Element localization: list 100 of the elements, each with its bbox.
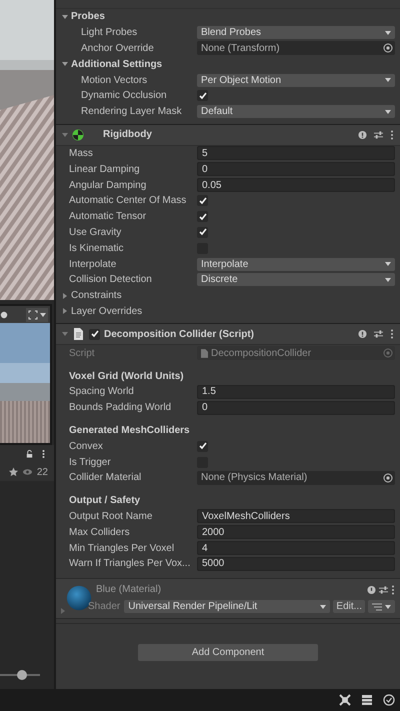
- menu-icon[interactable]: [390, 130, 394, 140]
- property-label: Warn If Triangles Per Vox...: [69, 558, 192, 570]
- group-label[interactable]: Additional Settings: [71, 58, 162, 70]
- property-label: Is Kinematic: [69, 242, 124, 254]
- frame-icon: [28, 310, 38, 320]
- section-heading: Output / Safety: [69, 495, 140, 506]
- foldout-arrow-icon[interactable]: [62, 331, 68, 338]
- shader-options-button[interactable]: [368, 600, 395, 614]
- help-icon[interactable]: [367, 584, 376, 595]
- property-label: Max Colliders: [69, 526, 131, 538]
- foldout-arrow-icon[interactable]: [62, 292, 68, 299]
- input-field[interactable]: 0: [197, 162, 395, 176]
- object-picker-icon[interactable]: [383, 472, 393, 483]
- input-field[interactable]: VoxelMeshColliders: [197, 509, 395, 524]
- debug-icon[interactable]: [339, 694, 351, 706]
- input-field[interactable]: 0.05: [197, 178, 395, 192]
- input-field[interactable]: 5: [197, 146, 395, 160]
- layers-icon[interactable]: [361, 694, 373, 706]
- property-label: Min Triangles Per Voxel: [69, 542, 176, 554]
- section-heading: Voxel Grid (World Units): [69, 370, 184, 382]
- dropdown[interactable]: Per Object Motion: [197, 74, 395, 87]
- list-icon: [372, 602, 382, 611]
- star-icon[interactable]: [8, 467, 18, 477]
- section-heading: Generated MeshColliders: [69, 424, 190, 436]
- property-label: Spacing World: [69, 386, 135, 398]
- dropdown[interactable]: Interpolate: [197, 258, 395, 271]
- property-label: Output Root Name: [69, 510, 154, 522]
- eye-icon[interactable]: [22, 467, 32, 477]
- dropdown[interactable]: Blend Probes: [197, 26, 395, 40]
- frame-button[interactable]: [26, 308, 48, 322]
- dropdown[interactable]: Default: [197, 105, 395, 118]
- foldout-arrow-icon[interactable]: [62, 308, 68, 314]
- property-label: Angular Damping: [69, 180, 148, 191]
- caret-icon: [385, 604, 391, 609]
- property-label: Motion Vectors: [81, 74, 148, 86]
- presets-icon[interactable]: [374, 130, 383, 140]
- property-label: Is Trigger: [69, 456, 112, 468]
- checkbox[interactable]: [197, 211, 208, 222]
- input-field[interactable]: 4: [197, 541, 395, 555]
- caret-icon: [385, 78, 391, 82]
- group-label[interactable]: Probes: [71, 11, 105, 22]
- property-label: Script: [69, 348, 96, 359]
- object-field[interactable]: None (Transform): [197, 41, 395, 56]
- dropdown[interactable]: Discrete: [197, 273, 395, 286]
- input-field[interactable]: 2000: [197, 525, 395, 540]
- property-label: Bounds Padding World: [69, 402, 172, 414]
- property-label: Collision Detection: [69, 274, 153, 286]
- rigidbody-icon: [72, 128, 84, 141]
- property-label: Automatic Tensor: [69, 211, 148, 222]
- check-circle-icon[interactable]: [383, 694, 395, 706]
- foldout-label[interactable]: Layer Overrides: [71, 306, 142, 317]
- shader-dropdown[interactable]: Universal Render Pipeline/Lit: [124, 600, 330, 614]
- shader-label: Shader: [88, 601, 120, 612]
- help-icon[interactable]: [358, 329, 367, 340]
- property-label: Collider Material: [69, 472, 142, 484]
- gizmo-icon[interactable]: [0, 310, 8, 320]
- foldout-label[interactable]: Constraints: [71, 290, 122, 302]
- caret-icon: [385, 110, 391, 114]
- add-component-button[interactable]: Add Component: [138, 644, 318, 661]
- input-field[interactable]: 0: [197, 400, 395, 415]
- property-label: Convex: [69, 440, 104, 452]
- property-label: Use Gravity: [69, 226, 122, 238]
- menu-icon[interactable]: [391, 584, 395, 595]
- presets-icon[interactable]: [374, 329, 383, 340]
- object-picker-icon[interactable]: [383, 43, 393, 54]
- material-title: Blue (Material): [96, 584, 162, 596]
- slider-thumb[interactable]: [17, 670, 27, 680]
- lock-icon[interactable]: [25, 449, 34, 459]
- foldout-arrow-icon[interactable]: [62, 14, 68, 20]
- enable-checkbox[interactable]: [89, 328, 100, 340]
- property-label: Interpolate: [69, 258, 118, 270]
- menu-icon[interactable]: [390, 329, 394, 340]
- caret-icon: [385, 262, 391, 266]
- caret-icon: [40, 312, 46, 316]
- help-icon[interactable]: [358, 130, 367, 140]
- checkbox[interactable]: [197, 226, 208, 238]
- property-label: Dynamic Occlusion: [81, 90, 168, 102]
- property-label: Automatic Center Of Mass: [69, 195, 188, 206]
- input-field[interactable]: 1.5: [197, 384, 395, 399]
- presets-icon[interactable]: [379, 584, 388, 595]
- property-label: Light Probes: [81, 27, 138, 38]
- script-icon: [72, 328, 84, 340]
- visible-count: 22: [36, 466, 48, 478]
- caret-icon: [385, 278, 391, 282]
- property-label: Mass: [69, 148, 94, 159]
- property-label: Rendering Layer Mask: [81, 106, 183, 118]
- checkbox[interactable]: [197, 440, 208, 452]
- caret-icon: [320, 604, 326, 609]
- property-label: Anchor Override: [81, 42, 155, 54]
- caret-icon: [385, 30, 391, 35]
- property-label: Linear Damping: [69, 164, 141, 175]
- foldout-arrow-icon[interactable]: [62, 132, 68, 138]
- file-icon: [201, 348, 208, 358]
- object-field[interactable]: None (Physics Material): [197, 470, 395, 485]
- foldout-arrow-icon[interactable]: [62, 61, 68, 68]
- object-picker-icon: [383, 348, 393, 358]
- checkbox[interactable]: [197, 90, 208, 102]
- edit-button[interactable]: Edit...: [333, 600, 365, 614]
- checkbox[interactable]: [197, 195, 208, 206]
- input-field[interactable]: 5000: [197, 556, 395, 571]
